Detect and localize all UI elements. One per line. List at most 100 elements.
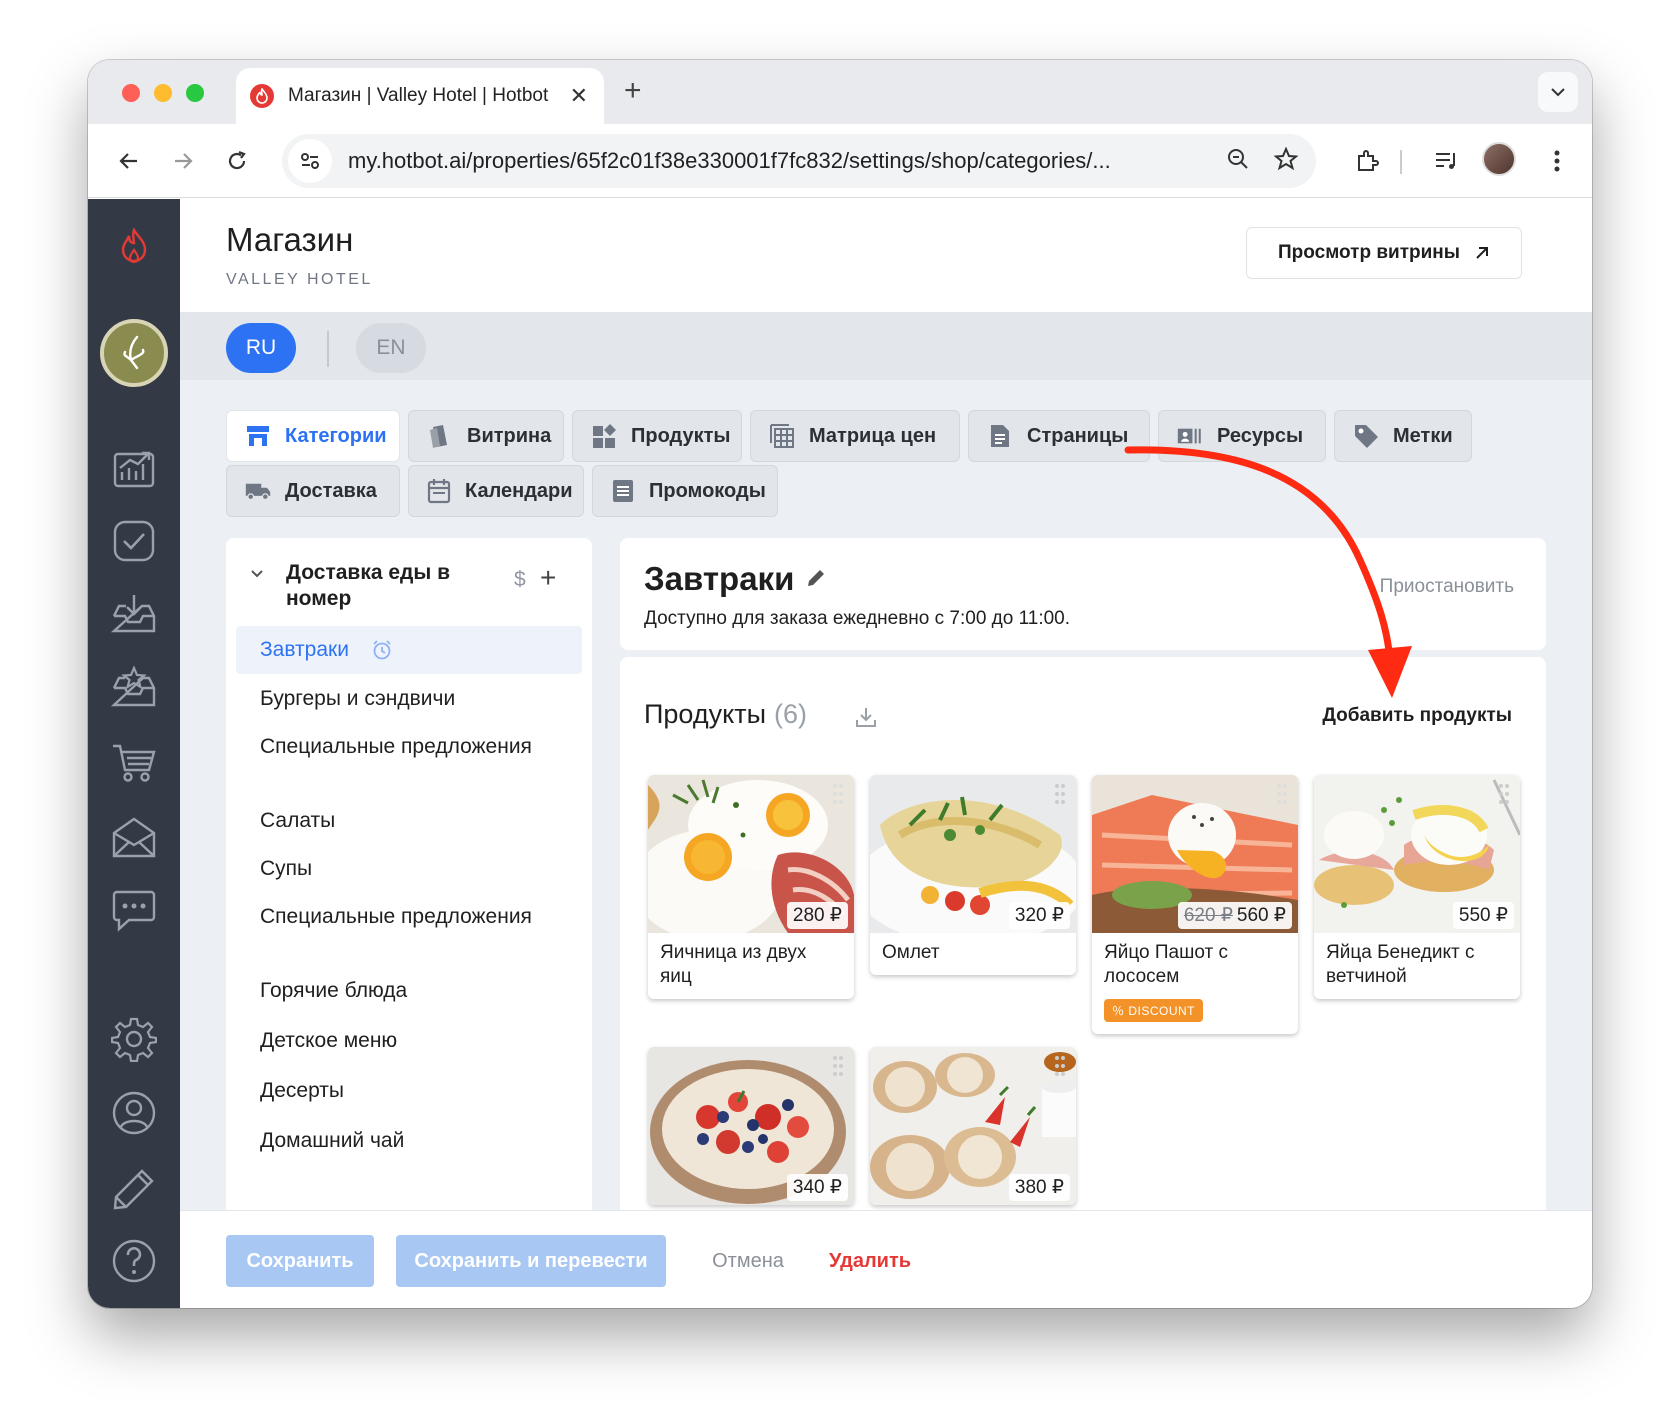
product-card[interactable]: 550 ₽ Яйца Бенедикт с ветчиной [1314, 775, 1520, 999]
main-content: Магазин VALLEY HOTEL Просмотр витрины RU… [180, 199, 1592, 1308]
edit-pencil-icon[interactable] [110, 1165, 158, 1213]
close-window-button[interactable] [122, 84, 140, 102]
lang-en-button[interactable]: EN [356, 323, 426, 373]
product-card[interactable]: 320 ₽ Омлет [870, 775, 1076, 975]
inbox-download-icon[interactable] [110, 589, 158, 637]
category-name: Завтраки [644, 560, 795, 597]
external-link-icon [1476, 247, 1488, 259]
forward-icon[interactable] [164, 142, 202, 180]
zoom-icon[interactable] [1226, 147, 1250, 176]
tab-tags[interactable]: Метки [1334, 410, 1472, 462]
suspend-button[interactable]: Приостановить [1380, 576, 1514, 598]
lang-ru-button[interactable]: RU [226, 323, 296, 373]
edit-name-pencil-icon[interactable] [806, 568, 826, 593]
drag-handle-icon[interactable] [1054, 783, 1066, 805]
back-icon[interactable] [110, 142, 148, 180]
download-icon[interactable] [854, 705, 878, 734]
drag-handle-icon[interactable] [1498, 783, 1510, 805]
property-logo-icon[interactable] [100, 319, 168, 387]
product-price: 320 ₽ [1008, 902, 1070, 929]
tab-pages[interactable]: Страницы [968, 410, 1150, 462]
tab-close-icon[interactable]: ✕ [570, 83, 588, 109]
browser-menu-icon[interactable] [1538, 142, 1576, 180]
category-detail: Завтраки Доступно для заказа ежедневно с… [620, 538, 1546, 650]
address-bar[interactable]: my.hotbot.ai/properties/65f2c01f38e33000… [282, 134, 1316, 188]
resources-icon [1177, 423, 1203, 449]
hotbot-logo-icon[interactable] [110, 223, 158, 271]
tasks-check-icon[interactable] [110, 517, 158, 565]
currency-icon[interactable]: $ [514, 568, 526, 592]
chat-icon[interactable] [110, 887, 158, 935]
category-item[interactable]: Десерты [236, 1078, 582, 1104]
site-settings-icon[interactable] [288, 139, 332, 183]
language-bar: RU EN [180, 313, 1592, 380]
shop-cart-icon[interactable] [110, 739, 158, 787]
tab-resources[interactable]: Ресурсы [1158, 410, 1326, 462]
category-group-title[interactable]: Доставка еды в номер [286, 560, 486, 612]
delete-button[interactable]: Удалить [810, 1235, 930, 1287]
category-item-breakfast[interactable]: Завтраки [236, 626, 582, 674]
save-button[interactable]: Сохранить [226, 1235, 374, 1287]
products-heading: Продукты (6) [644, 699, 807, 730]
bookmark-star-icon[interactable] [1273, 145, 1299, 176]
tab-label: Доставка [285, 479, 377, 502]
tab-showcase[interactable]: Витрина [408, 410, 564, 462]
product-name: Яичница из двух яиц [660, 942, 807, 987]
drag-handle-icon[interactable] [832, 1055, 844, 1077]
product-card[interactable]: 620 ₽560 ₽ Яйцо Пашот с лососем ％ DISCOU… [1092, 775, 1298, 1034]
tab-delivery[interactable]: Доставка [226, 465, 400, 517]
product-price: 550 ₽ [1452, 902, 1514, 929]
tab-search-button[interactable] [1538, 72, 1578, 112]
product-image: 380 ₽ [870, 1047, 1076, 1205]
add-products-button[interactable]: Добавить продукты [1322, 705, 1512, 727]
reload-icon[interactable] [218, 142, 256, 180]
product-card[interactable]: 340 ₽ [648, 1047, 854, 1205]
category-item[interactable]: Специальные предложения [236, 734, 582, 760]
drag-handle-icon[interactable] [1276, 783, 1288, 805]
tab-label: Страницы [1027, 424, 1129, 447]
account-user-icon[interactable] [110, 1089, 158, 1137]
tab-price-matrix[interactable]: Матрица цен [750, 410, 960, 462]
new-tab-icon[interactable]: + [624, 74, 642, 108]
tab-categories[interactable]: Категории [226, 410, 400, 462]
minimize-window-button[interactable] [154, 84, 172, 102]
browser-tab[interactable]: Магазин | Valley Hotel | Hotbot ✕ [236, 68, 604, 124]
maximize-window-button[interactable] [186, 84, 204, 102]
product-old-price: 620 ₽ [1183, 905, 1233, 926]
tab-promo-codes[interactable]: Промокоды [592, 465, 778, 517]
category-item[interactable]: Супы [236, 856, 582, 882]
lang-divider [327, 331, 329, 367]
media-queue-icon[interactable] [1428, 142, 1466, 180]
reviews-star-icon[interactable] [110, 663, 158, 711]
help-icon[interactable] [110, 1237, 158, 1285]
category-item[interactable]: Салаты [236, 808, 582, 834]
cards-icon [427, 423, 453, 449]
add-category-icon[interactable]: + [540, 562, 556, 594]
category-item[interactable]: Домашний чай [236, 1128, 582, 1154]
category-item[interactable]: Горячие блюда [236, 978, 582, 1004]
product-image: 340 ₽ [648, 1047, 854, 1205]
chevron-down-icon[interactable] [250, 566, 264, 584]
drag-handle-icon[interactable] [1054, 1055, 1066, 1077]
category-label: Завтраки [260, 638, 349, 661]
product-price: 280 ₽ [786, 902, 848, 929]
category-item[interactable]: Специальные предложения [236, 904, 582, 930]
extensions-icon[interactable] [1348, 142, 1386, 180]
products-count: (6) [774, 699, 807, 729]
category-item[interactable]: Бургеры и сэндвичи [236, 686, 582, 712]
tab-calendars[interactable]: Календари [408, 465, 584, 517]
tab-products[interactable]: Продукты [572, 410, 742, 462]
product-card[interactable]: 380 ₽ [870, 1047, 1076, 1205]
mail-icon[interactable] [110, 813, 158, 861]
drag-handle-icon[interactable] [832, 783, 844, 805]
tab-label: Ресурсы [1217, 424, 1304, 447]
cancel-button[interactable]: Отмена [688, 1235, 808, 1287]
product-card[interactable]: 280 ₽ Яичница из двух яиц [648, 775, 854, 999]
settings-gear-icon[interactable] [110, 1015, 158, 1063]
analytics-icon[interactable] [110, 443, 158, 491]
save-and-translate-button[interactable]: Сохранить и перевести [396, 1235, 666, 1287]
hotbot-favicon-icon [250, 84, 274, 108]
category-item[interactable]: Детское меню [236, 1028, 582, 1054]
profile-avatar[interactable] [1482, 142, 1516, 176]
preview-storefront-button[interactable]: Просмотр витрины [1246, 227, 1522, 279]
